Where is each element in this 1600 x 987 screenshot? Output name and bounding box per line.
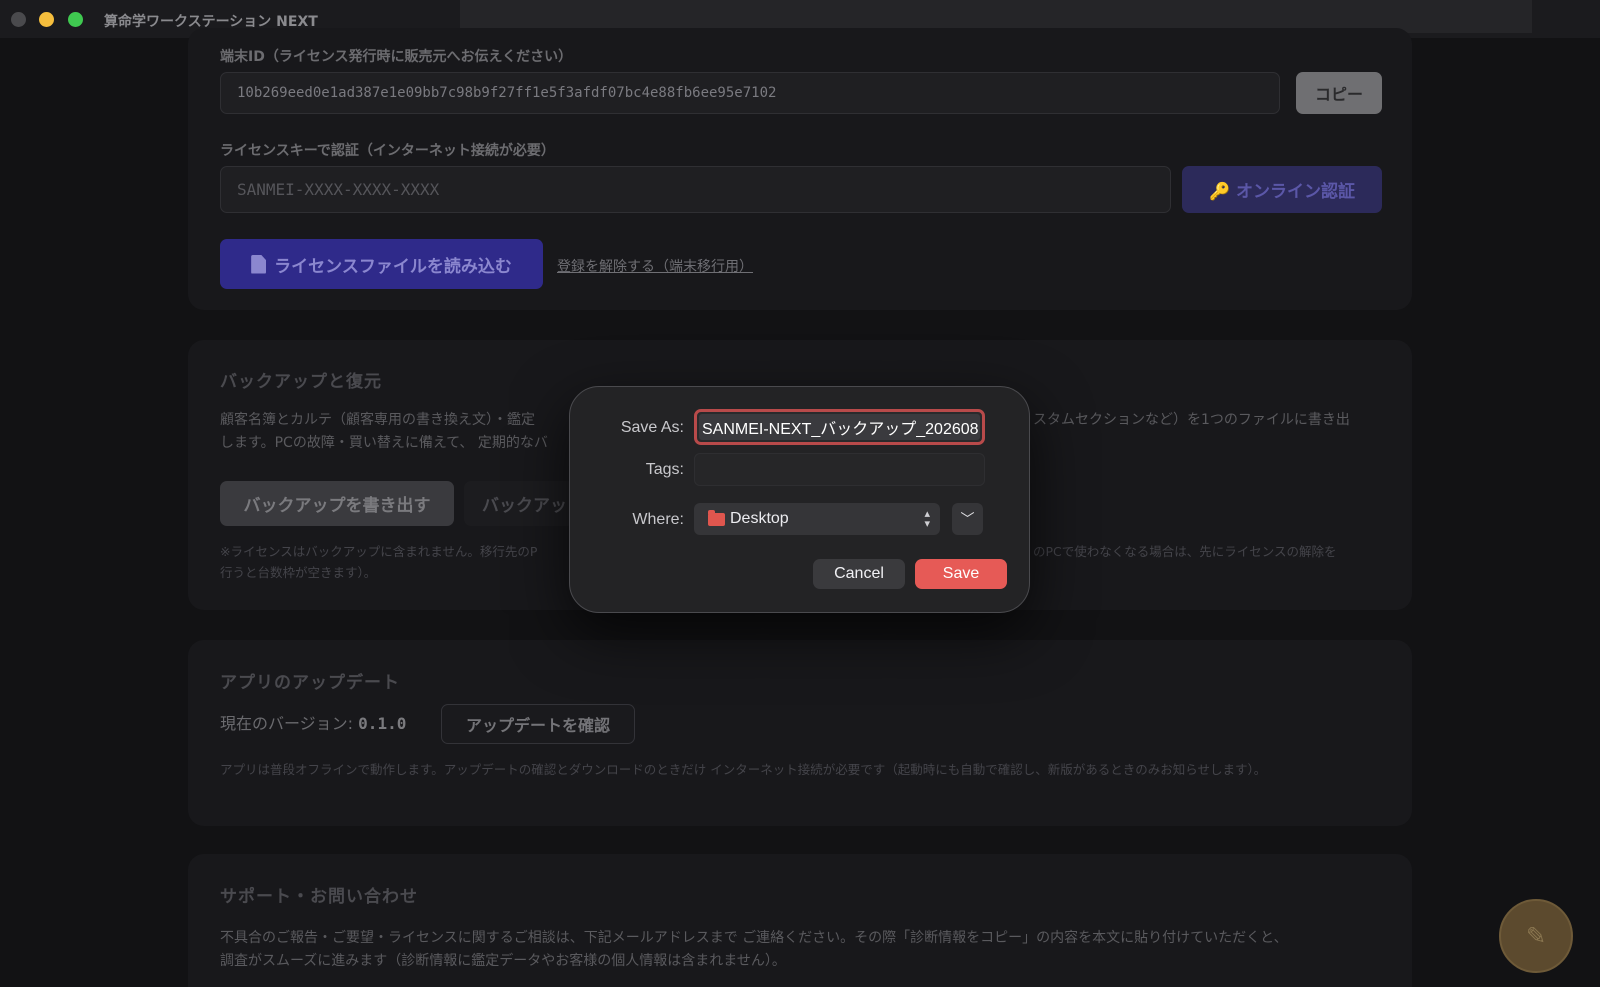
export-backup-button[interactable]: バックアップを書き出す: [220, 481, 454, 526]
support-card: サポート・お問い合わせ 不具合のご報告・ご要望・ライセンスに関するご相談は、下記…: [188, 854, 1412, 987]
pencil-icon: ✎: [1525, 922, 1547, 950]
floating-action-button[interactable]: ✎: [1499, 899, 1573, 973]
backup-note-left: ※ライセンスはバックアップに含まれません。移行先のP: [220, 544, 538, 559]
device-id-label: 端末ID（ライセンス発行時に販売元へお伝えください）: [220, 49, 573, 65]
version-value: 0.1.0: [358, 714, 407, 733]
backup-description-line2: します。PCの故障・買い替えに備えて、 定期的なバ: [220, 435, 548, 451]
load-license-file-label: ライセンスファイルを読み込む: [274, 256, 512, 277]
where-value: Desktop: [730, 510, 789, 527]
tags-input[interactable]: [694, 453, 985, 486]
window-close-button[interactable]: [11, 12, 26, 27]
save-as-label: Save As:: [620, 419, 684, 436]
license-key-input[interactable]: SANMEI-XXXX-XXXX-XXXX: [220, 166, 1171, 213]
backup-description-right: スタムセクションなど）を1つのファイルに書き出: [1033, 412, 1350, 428]
update-card: アプリのアップデート 現在のバージョン: 0.1.0 アップデートを確認 アプリ…: [188, 640, 1412, 826]
support-section-title: サポート・お問い合わせ: [220, 887, 418, 907]
version-label: 現在のバージョン:: [220, 714, 359, 733]
device-id-field[interactable]: 10b269eed0e1ad387e1e09bb7c98b9f27ff1e5f3…: [220, 72, 1280, 114]
copy-button[interactable]: コピー: [1296, 72, 1382, 114]
tags-label: Tags:: [645, 461, 684, 478]
license-card: 端末ID（ライセンス発行時に販売元へお伝えください） 10b269eed0e1a…: [188, 28, 1412, 310]
updown-chevron-icon: ▴ ▾: [924, 508, 930, 530]
where-label: Where:: [632, 511, 684, 528]
save-dialog: Save As: SANMEI-NEXT_バックアップ_202608 Tags:…: [569, 386, 1030, 613]
update-note: アプリは普段オフラインで動作します。アップデートの確認とダウンロードのときだけ …: [220, 762, 1267, 777]
backup-note-line2: 行うと台数枠が空きます）。: [220, 565, 377, 580]
load-license-file-button[interactable]: ライセンスファイルを読み込む: [220, 239, 543, 289]
cancel-button[interactable]: Cancel: [813, 559, 905, 589]
expand-dialog-button[interactable]: ﹀: [952, 503, 983, 535]
window-minimize-button[interactable]: [39, 12, 54, 27]
license-key-label: ライセンスキーで認証（インターネット接続が必要）: [220, 143, 555, 159]
backup-description-left: 顧客名簿とカルテ（顧客専用の書き換え文）・鑑定: [220, 412, 535, 428]
update-section-title: アプリのアップデート: [220, 673, 400, 693]
document-icon: [251, 254, 267, 274]
online-auth-button[interactable]: 🔑 オンライン認証: [1182, 166, 1382, 213]
current-version-row: 現在のバージョン: 0.1.0: [220, 712, 406, 735]
backup-note-right: のPCで使わなくなる場合は、先にライセンスの解除を: [1033, 544, 1337, 559]
restore-backup-button[interactable]: バックアッ: [464, 481, 574, 526]
chevron-down-icon: ﹀: [960, 512, 975, 528]
support-text-line2: 調査がスムーズに進みます（診断情報に鑑定データやお客様の個人情報は含まれません）…: [220, 953, 786, 969]
backup-section-title: バックアップと復元: [220, 372, 382, 392]
unregister-link[interactable]: 登録を解除する（端末移行用）: [557, 256, 753, 276]
window-maximize-button[interactable]: [68, 12, 83, 27]
save-as-value: SANMEI-NEXT_バックアップ_202608: [699, 414, 980, 440]
support-text-line1: 不具合のご報告・ご要望・ライセンスに関するご相談は、下記メールアドレスまで ご連…: [220, 930, 1288, 946]
save-as-input[interactable]: SANMEI-NEXT_バックアップ_202608: [694, 409, 985, 445]
save-button[interactable]: Save: [915, 559, 1007, 589]
check-update-button[interactable]: アップデートを確認: [441, 704, 635, 744]
folder-icon: [708, 509, 725, 526]
where-select[interactable]: Desktop ▴ ▾: [694, 503, 940, 535]
